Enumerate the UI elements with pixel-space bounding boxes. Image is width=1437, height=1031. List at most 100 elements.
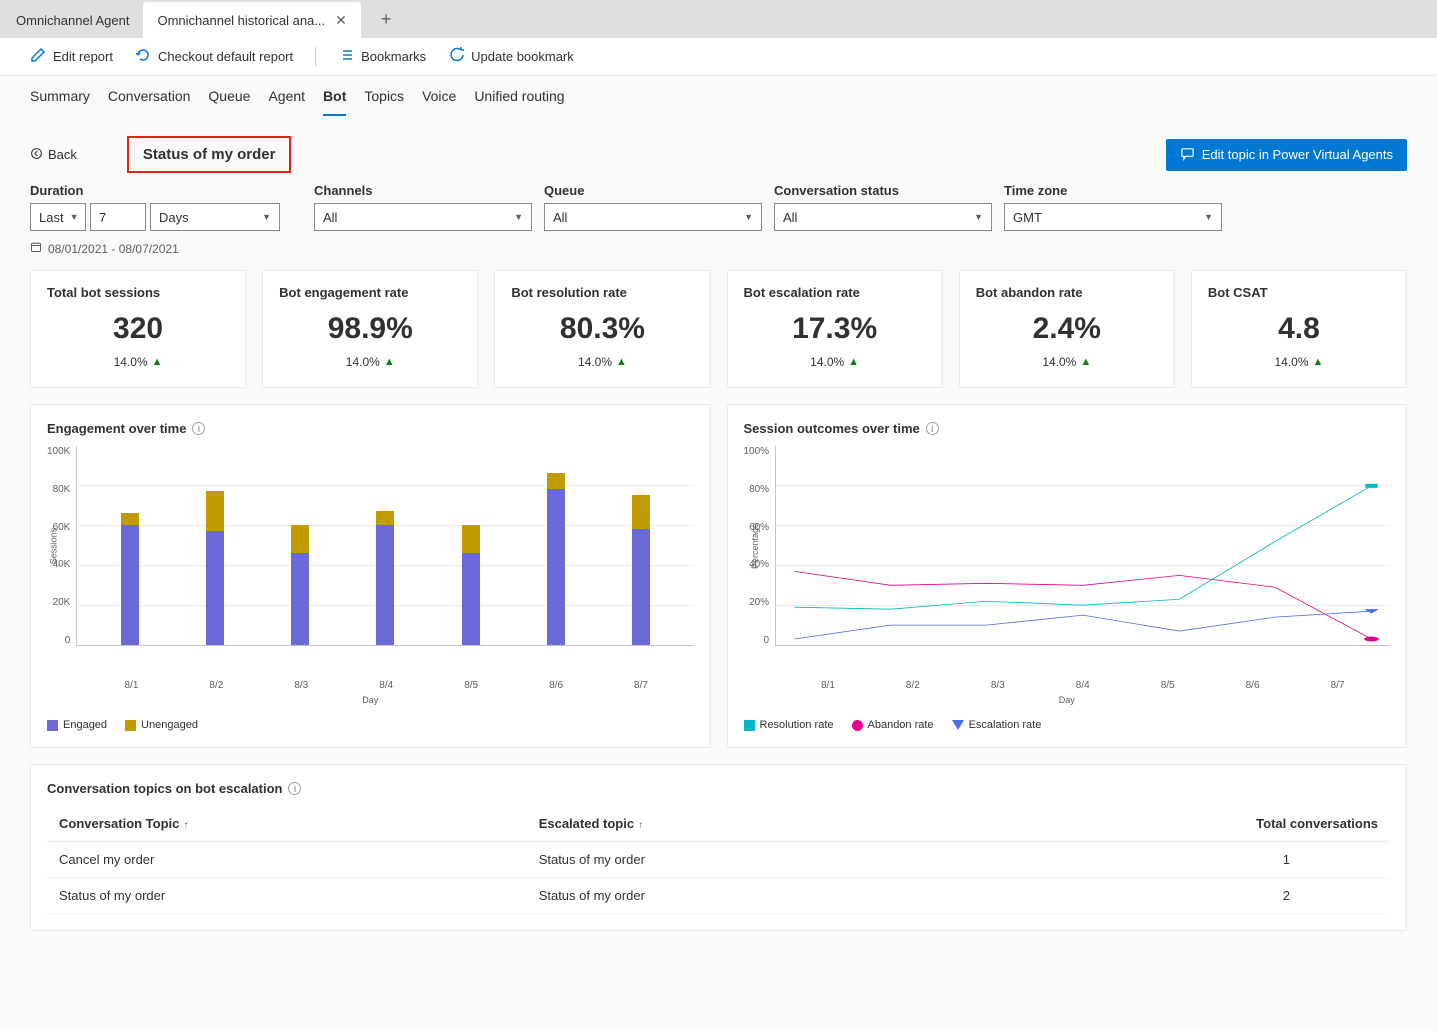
bar-stack <box>376 511 394 645</box>
select-value: Days <box>159 210 189 225</box>
kpi-title: Total bot sessions <box>47 285 229 300</box>
tab-label: Omnichannel historical ana... <box>157 13 325 28</box>
bar-stack <box>206 491 224 645</box>
select-value: GMT <box>1013 210 1042 225</box>
info-icon[interactable]: i <box>288 782 301 795</box>
nav-bot[interactable]: Bot <box>323 78 346 116</box>
kpi-trend: 14.0%▲ <box>1208 355 1390 369</box>
toolbar-label: Bookmarks <box>361 49 426 64</box>
kpi-card: Bot resolution rate 80.3% 14.0%▲ <box>494 270 710 388</box>
filter-timezone: Time zone GMT▼ <box>1004 183 1222 231</box>
toolbar-separator <box>315 47 316 67</box>
kpi-trend: 14.0%▲ <box>744 355 926 369</box>
chart-title-text: Engagement over time <box>47 421 186 436</box>
duration-unit-select[interactable]: Days▼ <box>150 203 280 231</box>
trend-up-icon: ▲ <box>152 356 163 368</box>
channels-select[interactable]: All▼ <box>314 203 532 231</box>
kpi-card: Bot escalation rate 17.3% 14.0%▲ <box>727 270 943 388</box>
x-tick: 8/4 <box>1076 680 1090 691</box>
swatch-icon <box>952 720 964 730</box>
kpi-value: 80.3% <box>511 312 693 345</box>
timezone-select[interactable]: GMT▼ <box>1004 203 1222 231</box>
duration-number-input[interactable]: 7 <box>90 203 146 231</box>
bars-area <box>76 446 693 646</box>
nav-queue[interactable]: Queue <box>208 78 250 116</box>
kpi-value: 98.9% <box>279 312 461 345</box>
nav-conversation[interactable]: Conversation <box>108 78 191 116</box>
edit-topic-pva-button[interactable]: Edit topic in Power Virtual Agents <box>1166 139 1407 171</box>
chart-legend: Engaged Unengaged <box>47 719 694 731</box>
col-label: Total conversations <box>1256 816 1378 831</box>
bar-chart: Sessions 100K80K60K40K20K0 <box>47 446 694 676</box>
kpi-value: 2.4% <box>976 312 1158 345</box>
legend-item-engaged: Engaged <box>47 719 107 731</box>
kpi-title: Bot abandon rate <box>976 285 1158 300</box>
bar-segment-engaged <box>376 525 394 645</box>
x-tick: 8/3 <box>991 680 1005 691</box>
swatch-icon <box>744 720 755 731</box>
line-area <box>775 446 1390 646</box>
list-icon <box>338 47 354 66</box>
queue-select[interactable]: All▼ <box>544 203 762 231</box>
col-conversation-topic[interactable]: Conversation Topic↑ <box>47 806 527 842</box>
col-total-conversations[interactable]: Total conversations <box>934 806 1390 842</box>
bookmarks-button[interactable]: Bookmarks <box>338 47 426 66</box>
col-label: Escalated topic <box>539 816 634 831</box>
tab-strip: Omnichannel Agent Omnichannel historical… <box>0 0 1437 38</box>
sort-up-icon: ↑ <box>183 820 188 831</box>
nav-topics[interactable]: Topics <box>364 78 404 116</box>
toolbar-label: Checkout default report <box>158 49 293 64</box>
edit-report-button[interactable]: Edit report <box>30 47 113 66</box>
conversation-status-select[interactable]: All▼ <box>774 203 992 231</box>
close-icon[interactable]: ✕ <box>335 12 347 29</box>
y-axis-label: Percentage <box>750 523 760 569</box>
chart-title: Session outcomes over time i <box>744 421 1391 436</box>
nav-agent[interactable]: Agent <box>268 78 305 116</box>
table-row[interactable]: Status of my order Status of my order 2 <box>47 878 1390 914</box>
bar-group <box>629 495 653 645</box>
nav-unified-routing[interactable]: Unified routing <box>474 78 564 116</box>
filter-conversation-status: Conversation status All▼ <box>774 183 992 231</box>
duration-mode-select[interactable]: Last▼ <box>30 203 86 231</box>
x-tick: 8/6 <box>549 680 563 691</box>
bar-segment-unengaged <box>121 513 139 525</box>
filter-duration: Duration Last▼ 7 Days▼ <box>30 183 280 231</box>
bar-stack <box>291 525 309 645</box>
legend-label: Resolution rate <box>760 719 834 731</box>
tab-add-button[interactable]: + <box>371 9 402 30</box>
filter-label: Time zone <box>1004 183 1222 198</box>
kpi-trend: 14.0%▲ <box>511 355 693 369</box>
line-series <box>794 611 1371 639</box>
info-icon[interactable]: i <box>192 422 205 435</box>
tab-omnichannel-agent[interactable]: Omnichannel Agent <box>2 2 143 38</box>
filter-label: Duration <box>30 183 280 198</box>
kpi-card: Total bot sessions 320 14.0%▲ <box>30 270 246 388</box>
bar-group <box>203 491 227 645</box>
update-bookmark-button[interactable]: Update bookmark <box>448 47 574 66</box>
nav-voice[interactable]: Voice <box>422 78 456 116</box>
toolbar: Edit report Checkout default report Book… <box>0 38 1437 76</box>
kpi-value: 4.8 <box>1208 312 1390 345</box>
chevron-down-icon: ▼ <box>974 212 983 222</box>
date-range-text: 08/01/2021 - 08/07/2021 <box>48 242 179 256</box>
back-label: Back <box>48 147 77 162</box>
back-link[interactable]: Back <box>30 147 77 163</box>
line-chart: Percentage 100%80%60%40%20%0 <box>744 446 1391 676</box>
x-tick: 8/6 <box>1246 680 1260 691</box>
select-value: All <box>323 210 337 225</box>
tab-omnichannel-historical[interactable]: Omnichannel historical ana... ✕ <box>143 2 360 38</box>
button-label: Edit topic in Power Virtual Agents <box>1202 147 1393 162</box>
filter-label: Queue <box>544 183 762 198</box>
table-row[interactable]: Cancel my order Status of my order 1 <box>47 842 1390 878</box>
checkout-default-report-button[interactable]: Checkout default report <box>135 47 293 66</box>
sort-up-icon: ↑ <box>638 820 643 831</box>
kpi-title: Bot engagement rate <box>279 285 461 300</box>
conversation-topics-table-card: Conversation topics on bot escalation i … <box>30 764 1407 931</box>
refresh-icon <box>448 47 464 66</box>
info-icon[interactable]: i <box>926 422 939 435</box>
bar-stack <box>547 473 565 645</box>
x-tick: 8/3 <box>294 680 308 691</box>
nav-summary[interactable]: Summary <box>30 78 90 116</box>
col-escalated-topic[interactable]: Escalated topic ↑ <box>527 806 934 842</box>
cell-conversation-topic: Cancel my order <box>47 842 527 878</box>
